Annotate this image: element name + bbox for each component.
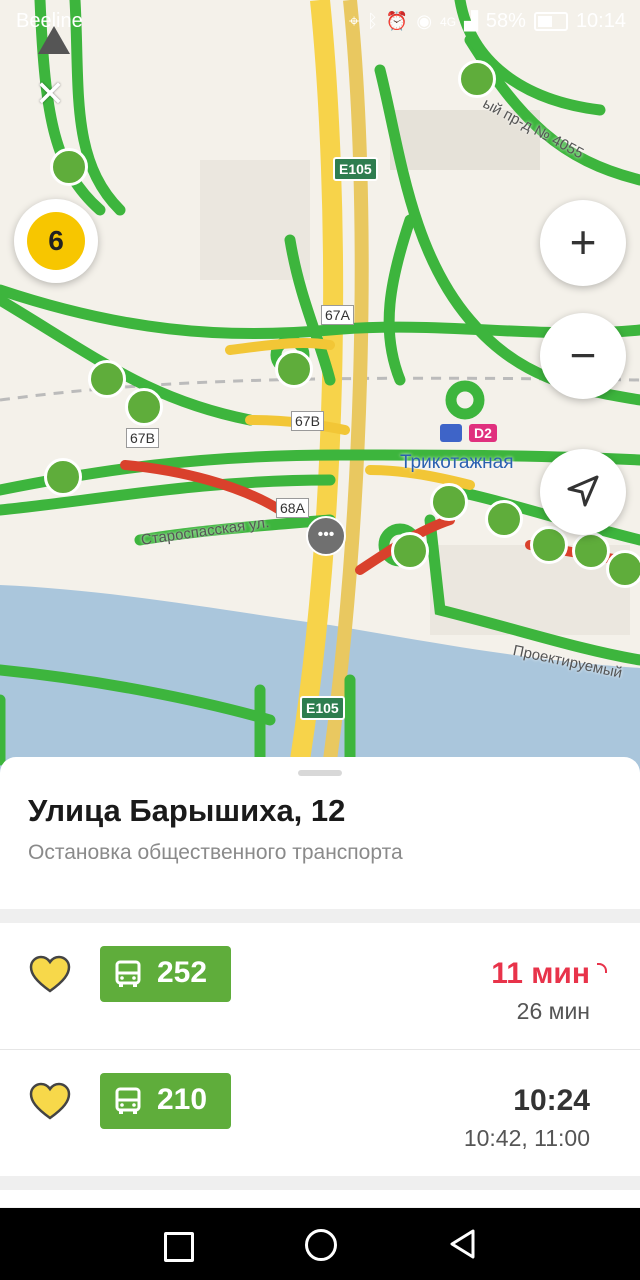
bus-stop-pin[interactable] xyxy=(458,60,496,98)
road-label-67b-mid: 67B xyxy=(291,411,324,431)
bus-stop-pin[interactable] xyxy=(44,458,82,496)
route-row[interactable]: 210 10:24 10:42, 11:00 xyxy=(0,1050,640,1176)
home-button[interactable] xyxy=(305,1229,337,1261)
location-icon: ⌖ xyxy=(348,11,360,31)
route-row[interactable]: 252 11 мин 26 мин xyxy=(0,923,640,1049)
battery-icon xyxy=(533,12,568,31)
traffic-button[interactable]: 6 xyxy=(14,199,98,283)
eye-icon: ◉ xyxy=(416,11,433,31)
route-badge[interactable]: 210 xyxy=(100,1073,231,1129)
chat-marker-icon[interactable]: ••• xyxy=(306,516,346,556)
bus-stop-pin[interactable] xyxy=(88,360,126,398)
sheet-handle[interactable] xyxy=(298,770,342,776)
recent-apps-button[interactable] xyxy=(164,1232,194,1262)
system-nav-bar xyxy=(0,1208,640,1280)
navigation-arrow-icon xyxy=(567,475,599,507)
alarm-icon: ⏰ xyxy=(385,11,409,31)
d2-badge: D2 xyxy=(469,424,497,442)
clock: 10:14 xyxy=(575,10,626,32)
bus-stop-pin[interactable] xyxy=(391,532,429,570)
close-icon[interactable]: ✕ xyxy=(32,76,68,112)
road-label-67b-left: 67B xyxy=(126,428,159,448)
route-number: 252 xyxy=(157,956,208,989)
bus-stop-pin[interactable] xyxy=(606,550,640,588)
signal-icon: ▟ xyxy=(464,11,478,31)
live-signal-icon xyxy=(597,963,607,973)
road-label-e105-bottom: E105 xyxy=(300,696,345,720)
next-arrival: 11 мин xyxy=(491,957,590,990)
station-label[interactable]: Трикотажная xyxy=(400,452,514,474)
route-number: 210 xyxy=(157,1083,208,1116)
route-badge[interactable]: 252 xyxy=(100,946,231,1002)
following-arrival: 10:42, 11:00 xyxy=(463,1125,590,1151)
divider xyxy=(0,909,640,923)
traffic-level: 6 xyxy=(27,212,85,270)
stop-subtitle: Остановка общественного транспорта xyxy=(28,841,403,864)
warning-icon[interactable] xyxy=(38,26,70,54)
bluetooth-icon: ᛒ xyxy=(367,11,378,31)
bus-stop-pin[interactable] xyxy=(125,388,163,426)
road-label-67a: 67A xyxy=(321,305,354,325)
bus-stop-pin[interactable] xyxy=(430,483,468,521)
favorite-heart-icon[interactable] xyxy=(28,1080,72,1124)
next-arrival: 10:24 xyxy=(513,1084,590,1117)
stop-card[interactable]: Улица Барышиха, 12 Остановка общественно… xyxy=(0,757,640,1207)
bus-stop-pin[interactable] xyxy=(530,526,568,564)
plus-icon: + xyxy=(569,216,597,268)
divider xyxy=(0,1176,640,1190)
bus-icon xyxy=(115,960,141,987)
battery-percent: 58% xyxy=(485,10,526,32)
favorite-heart-icon[interactable] xyxy=(28,953,72,997)
rail-station-icon xyxy=(440,424,462,442)
bus-stop-pin[interactable] xyxy=(485,500,523,538)
road-label-68a: 68A xyxy=(276,498,309,518)
map-view[interactable]: E105 E105 67A 67B 67B 68A Трикотажная D2… xyxy=(0,0,640,780)
bus-stop-pin[interactable] xyxy=(50,148,88,186)
following-arrival: 26 мин xyxy=(516,998,590,1024)
bus-stop-pin[interactable] xyxy=(275,350,313,388)
stop-title: Улица Барышиха, 12 xyxy=(28,793,346,828)
zoom-out-button[interactable]: − xyxy=(540,313,626,399)
minus-icon: − xyxy=(569,329,597,381)
bus-stop-pin[interactable] xyxy=(572,532,610,570)
bus-icon xyxy=(115,1087,141,1114)
zoom-in-button[interactable]: + xyxy=(540,200,626,286)
road-label-e105-top: E105 xyxy=(333,157,378,181)
back-button[interactable] xyxy=(448,1228,478,1260)
my-location-button[interactable] xyxy=(540,449,626,535)
network-label: 4G xyxy=(440,14,457,29)
status-bar: Beeline ⌖ ᛒ ⏰ ◉ 4G ▟ 58% 10:14 xyxy=(0,0,640,44)
